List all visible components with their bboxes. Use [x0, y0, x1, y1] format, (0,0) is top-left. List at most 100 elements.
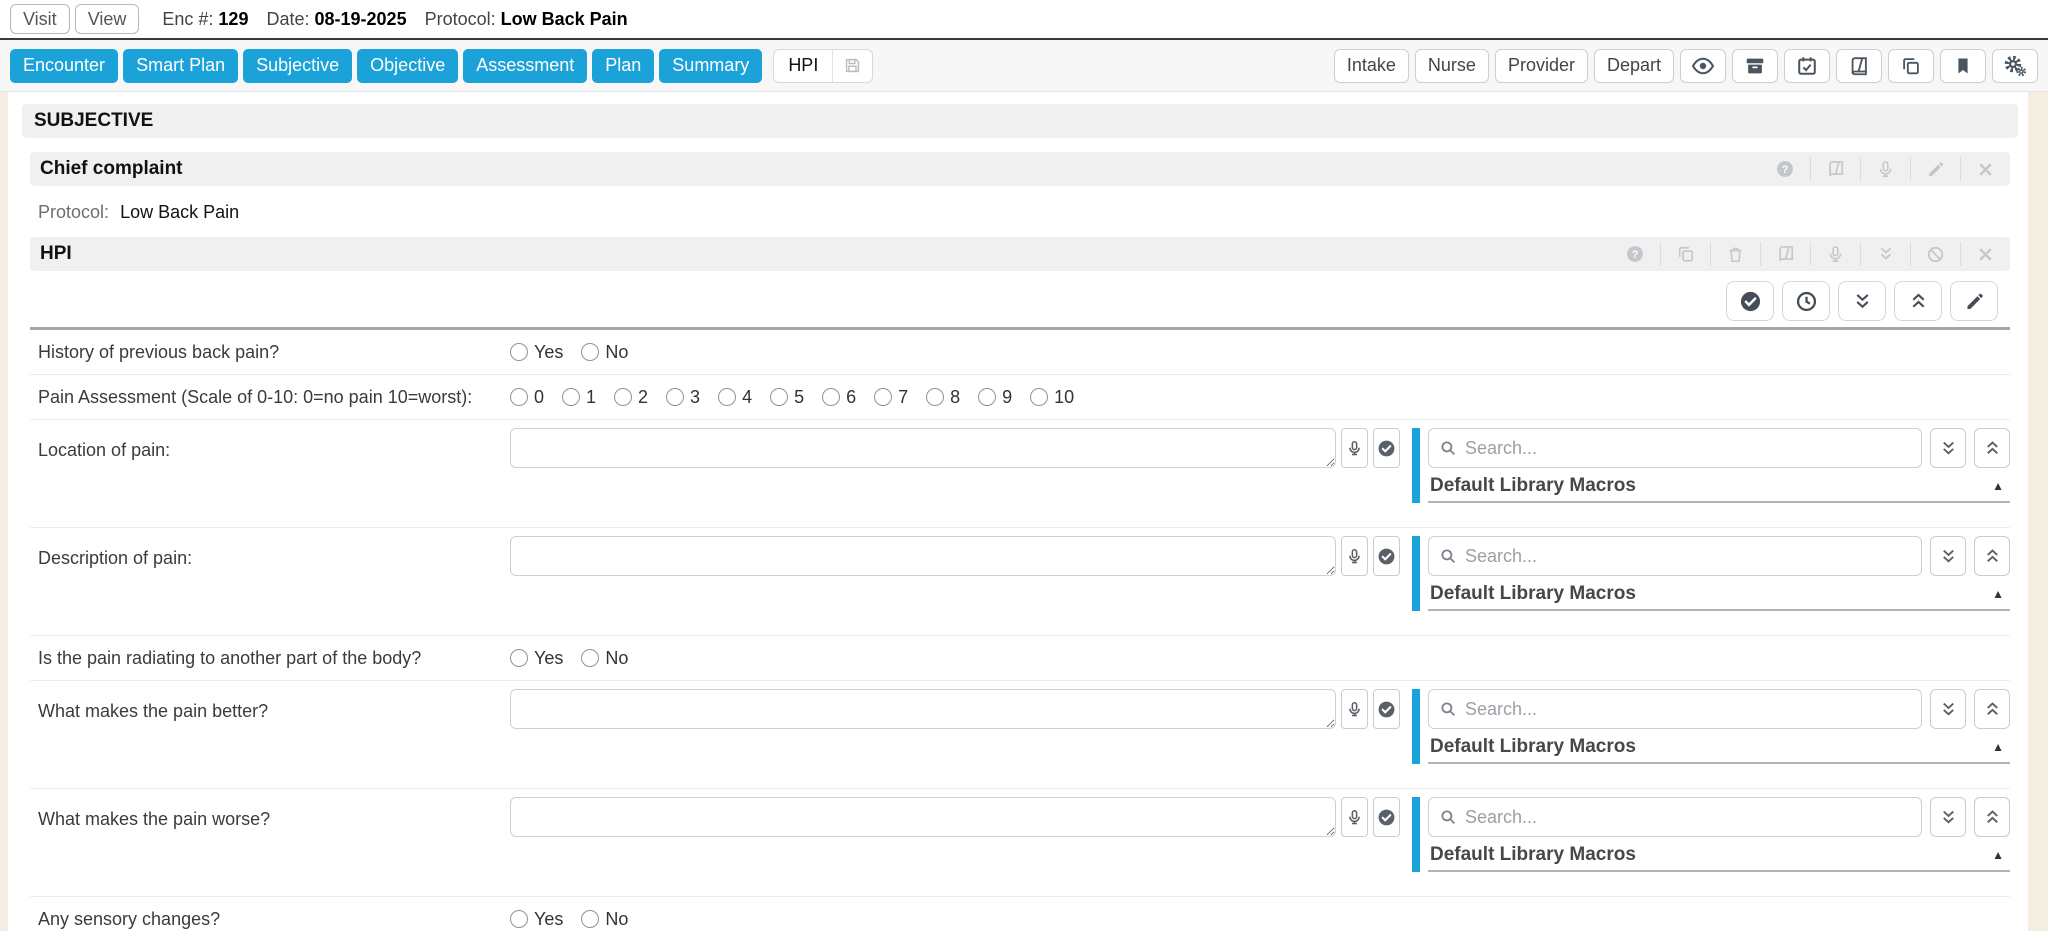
radio-option-8[interactable]: 8 — [926, 384, 960, 410]
expand-all-button[interactable] — [1974, 797, 2010, 837]
nav-encounter-button[interactable]: Encounter — [10, 49, 118, 83]
radio-option-6[interactable]: 6 — [822, 384, 856, 410]
dictate-button[interactable] — [1341, 797, 1368, 837]
macros-library-button[interactable] — [1810, 157, 1860, 181]
nav-subjective-button[interactable]: Subjective — [243, 49, 352, 83]
dictate-button[interactable] — [1341, 428, 1368, 468]
view-button[interactable]: View — [75, 4, 140, 34]
radio-option-no[interactable]: No — [581, 906, 628, 932]
expand-all-button[interactable] — [1974, 536, 2010, 576]
macro-search-input[interactable] — [1465, 438, 1911, 459]
tab-hpi[interactable]: HPI — [773, 49, 873, 83]
help-button[interactable]: ? — [1610, 242, 1660, 266]
save-button[interactable] — [833, 56, 872, 75]
dictate-button[interactable] — [1341, 689, 1368, 729]
macro-library-header[interactable]: Default Library Macros ▲ — [1428, 729, 2010, 760]
close-button[interactable] — [1960, 157, 2010, 181]
confirm-button[interactable] — [1373, 536, 1400, 576]
radio-option-7[interactable]: 7 — [874, 384, 908, 410]
radio-option-no[interactable]: No — [581, 339, 628, 365]
edit-button[interactable] — [1910, 157, 1960, 181]
location-of-pain-textarea[interactable] — [510, 428, 1336, 468]
expand-all-button[interactable] — [1894, 281, 1942, 321]
collapse-all-button[interactable] — [1838, 281, 1886, 321]
microphone-icon — [1346, 548, 1363, 565]
radio-option-yes[interactable]: Yes — [510, 339, 563, 365]
radio-option-9[interactable]: 9 — [978, 384, 1012, 410]
radio-option-1[interactable]: 1 — [562, 384, 596, 410]
confirm-button[interactable] — [1373, 689, 1400, 729]
pain-better-textarea[interactable] — [510, 689, 1336, 729]
radio-circle — [770, 388, 788, 406]
radio-option-0[interactable]: 0 — [510, 384, 544, 410]
expand-all-button[interactable] — [1974, 689, 2010, 729]
radio-option-yes[interactable]: Yes — [510, 645, 563, 671]
calendar-button[interactable] — [1784, 49, 1830, 83]
mark-complete-button[interactable] — [1726, 281, 1774, 321]
collapse-all-button[interactable] — [1930, 536, 1966, 576]
macro-library-header[interactable]: Default Library Macros ▲ — [1428, 837, 2010, 868]
macro-search-input[interactable] — [1465, 807, 1911, 828]
preview-button[interactable] — [1680, 49, 1726, 83]
nav-objective-button[interactable]: Objective — [357, 49, 458, 83]
radio-option-no[interactable]: No — [581, 645, 628, 671]
library-button[interactable] — [1836, 49, 1882, 83]
provider-button[interactable]: Provider — [1495, 49, 1588, 83]
nav-assessment-button[interactable]: Assessment — [463, 49, 587, 83]
macro-library-title: Default Library Macros — [1430, 475, 1636, 497]
disable-button[interactable] — [1910, 242, 1960, 266]
history-button[interactable] — [1782, 281, 1830, 321]
collapse-all-button[interactable] — [1930, 689, 1966, 729]
radio-option-10[interactable]: 10 — [1030, 384, 1074, 410]
expand-all-button[interactable] — [1974, 428, 2010, 468]
dictate-button[interactable] — [1341, 536, 1368, 576]
close-button[interactable] — [1960, 242, 2010, 266]
dictate-button[interactable] — [1810, 242, 1860, 266]
edit-pencil-icon — [1964, 291, 1985, 312]
radio-option-5[interactable]: 5 — [770, 384, 804, 410]
intake-button[interactable]: Intake — [1334, 49, 1409, 83]
protocol-value: Low Back Pain — [120, 202, 239, 222]
visit-button[interactable]: Visit — [10, 4, 70, 34]
macros-library-button[interactable] — [1760, 242, 1810, 266]
radio-label: 4 — [742, 384, 752, 410]
question-label: History of previous back pain? — [30, 339, 510, 365]
depart-button[interactable]: Depart — [1594, 49, 1674, 83]
radio-option-yes[interactable]: Yes — [510, 906, 563, 932]
help-button[interactable]: ? — [1760, 157, 1810, 181]
collapse-all-button[interactable] — [1930, 428, 1966, 468]
confirm-button[interactable] — [1373, 797, 1400, 837]
nav-summary-button[interactable]: Summary — [659, 49, 762, 83]
nav-smart-plan-button[interactable]: Smart Plan — [123, 49, 238, 83]
radio-option-3[interactable]: 3 — [666, 384, 700, 410]
radio-label: No — [605, 906, 628, 932]
macro-library-header[interactable]: Default Library Macros ▲ — [1428, 468, 2010, 499]
encounter-date: Date:08-19-2025 — [266, 9, 406, 30]
macro-search-input[interactable] — [1465, 699, 1911, 720]
bookmark-button[interactable] — [1940, 49, 1986, 83]
radio-option-2[interactable]: 2 — [614, 384, 648, 410]
history-clock-icon — [1795, 290, 1818, 313]
settings-button[interactable] — [1992, 49, 2038, 83]
description-of-pain-textarea[interactable] — [510, 536, 1336, 576]
copy-button[interactable] — [1660, 242, 1710, 266]
expand-all-icon — [1908, 291, 1929, 312]
hpi-header-icons: ? — [1610, 237, 2010, 271]
collapse-all-button[interactable] — [1930, 797, 1966, 837]
collapse-section-button[interactable] — [1860, 242, 1910, 266]
archive-button[interactable] — [1732, 49, 1778, 83]
macro-library-header[interactable]: Default Library Macros ▲ — [1428, 576, 2010, 607]
radio-label: 10 — [1054, 384, 1074, 410]
dictate-button[interactable] — [1860, 157, 1910, 181]
trash-icon — [1726, 245, 1745, 264]
confirm-button[interactable] — [1373, 428, 1400, 468]
pain-worse-textarea[interactable] — [510, 797, 1336, 837]
macro-search-input[interactable] — [1465, 546, 1911, 567]
nav-plan-button[interactable]: Plan — [592, 49, 654, 83]
hpi-action-buttons — [30, 281, 1998, 321]
copy-forward-button[interactable] — [1888, 49, 1934, 83]
radio-option-4[interactable]: 4 — [718, 384, 752, 410]
delete-button[interactable] — [1710, 242, 1760, 266]
nurse-button[interactable]: Nurse — [1415, 49, 1489, 83]
edit-button[interactable] — [1950, 281, 1998, 321]
